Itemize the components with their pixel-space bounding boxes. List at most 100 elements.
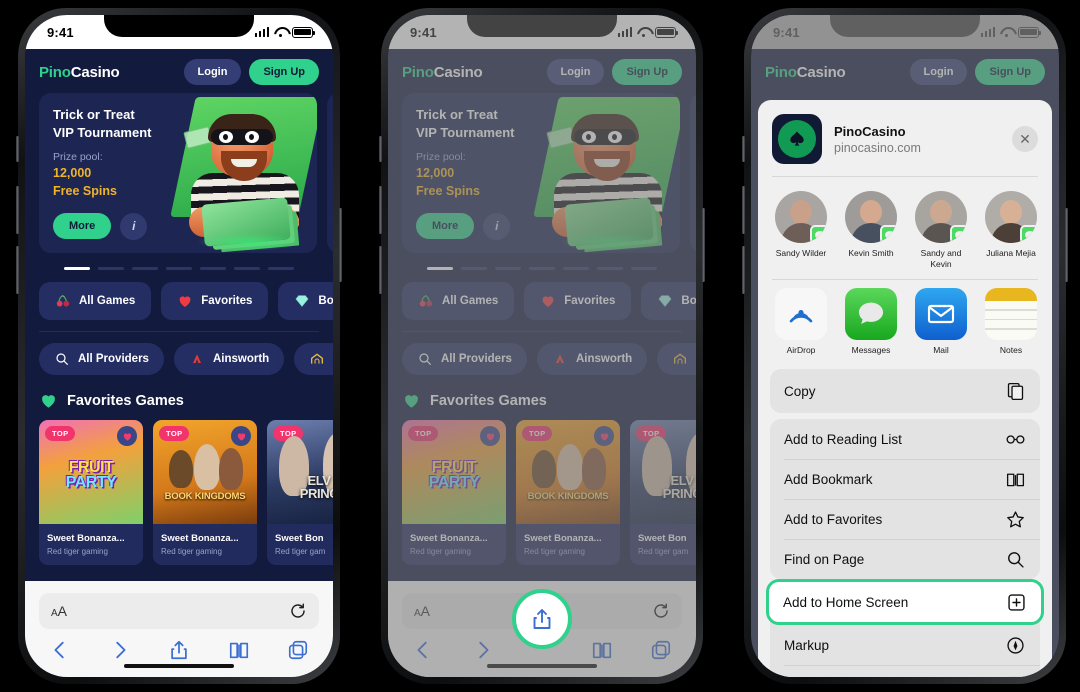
promo-banner-next[interactable]: Tri VIP Priz €5 M bbox=[690, 93, 696, 253]
brand-logo[interactable]: PinoCasino bbox=[39, 64, 120, 81]
share-button-highlight[interactable] bbox=[512, 589, 572, 649]
carousel-dot[interactable] bbox=[461, 267, 487, 270]
phone3-volume-down-button[interactable] bbox=[742, 246, 745, 294]
chevron-right-icon[interactable] bbox=[472, 639, 494, 661]
menu-item-markup[interactable]: Markup bbox=[770, 625, 1040, 665]
contact-item[interactable]: Juliana Mejia bbox=[982, 191, 1040, 269]
menu-item-add-favorites[interactable]: Add to Favorites bbox=[770, 499, 1040, 539]
phone3-volume-up-button[interactable] bbox=[742, 186, 745, 234]
login-button[interactable]: Login bbox=[183, 59, 242, 85]
favorite-toggle[interactable] bbox=[480, 426, 500, 446]
phone2-power-button[interactable] bbox=[702, 208, 705, 282]
reload-icon[interactable] bbox=[652, 602, 670, 620]
login-button[interactable]: Login bbox=[909, 59, 968, 85]
carousel-dot[interactable] bbox=[529, 267, 555, 270]
carousel-dot[interactable] bbox=[166, 267, 192, 270]
text-size-button[interactable]: AA bbox=[414, 603, 430, 619]
phone2-mute-switch[interactable] bbox=[379, 136, 382, 162]
favorite-toggle[interactable] bbox=[231, 426, 251, 446]
chip-alchemy[interactable]: Alchem bbox=[294, 343, 333, 375]
promo-more-button[interactable]: More bbox=[53, 213, 112, 240]
chip-ainsworth[interactable]: Ainsworth bbox=[173, 343, 285, 375]
contact-item[interactable]: Sandy Wilder bbox=[772, 191, 830, 269]
contact-item[interactable]: Sandy and Kevin bbox=[912, 191, 970, 269]
carousel-dot[interactable] bbox=[631, 267, 657, 270]
share-icon[interactable] bbox=[168, 639, 190, 661]
brand-logo[interactable]: PinoCasino bbox=[402, 64, 483, 81]
carousel-dot[interactable] bbox=[98, 267, 124, 270]
favorite-toggle[interactable] bbox=[594, 426, 614, 446]
login-button[interactable]: Login bbox=[546, 59, 605, 85]
brand-logo[interactable]: PinoCasino bbox=[765, 64, 846, 81]
promo-banner-next[interactable]: Tri VIP Priz €5 M bbox=[327, 93, 333, 253]
home-indicator[interactable] bbox=[124, 663, 234, 668]
chevron-right-icon[interactable] bbox=[109, 639, 131, 661]
carousel-dot[interactable] bbox=[495, 267, 521, 270]
chip-all-providers[interactable]: All Providers bbox=[39, 343, 164, 375]
chip-ainsworth[interactable]: Ainsworth bbox=[536, 343, 648, 375]
chip-all-games[interactable]: All Games bbox=[402, 282, 515, 320]
game-card[interactable]: TOP FRUIT PARTY Sweet Bonanza... Red tig… bbox=[402, 420, 506, 565]
menu-item-copy[interactable]: Copy bbox=[770, 369, 1040, 413]
menu-item-find-on-page[interactable]: Find on Page bbox=[770, 539, 1040, 579]
text-size-button[interactable]: AA bbox=[51, 603, 67, 619]
share-app-item[interactable]: Mail bbox=[912, 288, 970, 355]
carousel-dot[interactable] bbox=[200, 267, 226, 270]
favorite-toggle[interactable] bbox=[117, 426, 137, 446]
chip-all-games[interactable]: All Games bbox=[39, 282, 152, 320]
contact-item[interactable]: Kevin Smith bbox=[842, 191, 900, 269]
menu-item-print[interactable]: Print bbox=[770, 665, 1040, 677]
carousel-dot[interactable] bbox=[427, 267, 453, 270]
chip-all-providers[interactable]: All Providers bbox=[402, 343, 527, 375]
tabs-icon[interactable] bbox=[650, 639, 672, 661]
chip-bonus[interactable]: Bonu bbox=[641, 282, 696, 320]
promo-info-button[interactable]: i bbox=[483, 212, 511, 240]
carousel-dot[interactable] bbox=[64, 267, 90, 270]
phone1-power-button[interactable] bbox=[339, 208, 342, 282]
signup-button[interactable]: Sign Up bbox=[612, 59, 682, 85]
share-app-item[interactable]: Notes bbox=[982, 288, 1040, 355]
promo-banner[interactable]: Trick or Treat VIP Tournament Prize pool… bbox=[402, 93, 680, 253]
signup-button[interactable]: Sign Up bbox=[249, 59, 319, 85]
share-app-item[interactable]: Messages bbox=[842, 288, 900, 355]
chevron-left-icon[interactable] bbox=[412, 639, 434, 661]
home-indicator[interactable] bbox=[487, 663, 597, 668]
tabs-icon[interactable] bbox=[287, 639, 309, 661]
carousel-dot[interactable] bbox=[132, 267, 158, 270]
phone3-power-button[interactable] bbox=[1065, 208, 1068, 282]
menu-item-add-bookmark[interactable]: Add Bookmark bbox=[770, 459, 1040, 499]
signup-button[interactable]: Sign Up bbox=[975, 59, 1045, 85]
menu-item-add-to-home-screen[interactable]: Add to Home Screen bbox=[766, 579, 1044, 626]
address-bar[interactable]: AA bbox=[39, 593, 319, 629]
phone1-volume-up-button[interactable] bbox=[16, 186, 19, 234]
chip-favorites[interactable]: Favorites bbox=[524, 282, 632, 320]
game-card[interactable]: TOP ELV PRINC Sweet Bon Red tiger gam bbox=[267, 420, 333, 565]
phone3-mute-switch[interactable] bbox=[742, 136, 745, 162]
chevron-left-icon[interactable] bbox=[49, 639, 71, 661]
promo-more-button[interactable]: More bbox=[416, 213, 475, 240]
carousel-dot[interactable] bbox=[597, 267, 623, 270]
phone1-mute-switch[interactable] bbox=[16, 136, 19, 162]
game-card[interactable]: TOP ELV PRINC Sweet Bon Red tiger gam bbox=[630, 420, 696, 565]
menu-item-add-reading-list[interactable]: Add to Reading List bbox=[770, 419, 1040, 459]
carousel-dot[interactable] bbox=[563, 267, 589, 270]
reload-icon[interactable] bbox=[289, 602, 307, 620]
game-card[interactable]: TOP FRUIT PARTY Sweet Bonanza... Red tig… bbox=[39, 420, 143, 565]
promo-banner[interactable]: Trick or Treat VIP Tournament Prize pool… bbox=[39, 93, 317, 253]
promo-info-button[interactable]: i bbox=[120, 212, 148, 240]
book-icon[interactable] bbox=[591, 639, 613, 661]
carousel-dot[interactable] bbox=[234, 267, 260, 270]
share-icon[interactable] bbox=[530, 607, 554, 631]
share-app-item[interactable]: AirDrop bbox=[772, 288, 830, 355]
game-card[interactable]: TOP BOOK KINGDOMS Sweet Bonanza... Red t… bbox=[516, 420, 620, 565]
game-card[interactable]: TOP BOOK KINGDOMS Sweet Bonanza... Red t… bbox=[153, 420, 257, 565]
phone1-volume-down-button[interactable] bbox=[16, 246, 19, 294]
chip-favorites[interactable]: Favorites bbox=[161, 282, 269, 320]
close-icon[interactable]: ✕ bbox=[1012, 126, 1038, 152]
phone2-volume-down-button[interactable] bbox=[379, 246, 382, 294]
phone2-volume-up-button[interactable] bbox=[379, 186, 382, 234]
book-icon[interactable] bbox=[228, 639, 250, 661]
chip-alchemy[interactable]: Alchem bbox=[657, 343, 696, 375]
chip-bonus[interactable]: Bonu bbox=[278, 282, 333, 320]
carousel-dot[interactable] bbox=[268, 267, 294, 270]
